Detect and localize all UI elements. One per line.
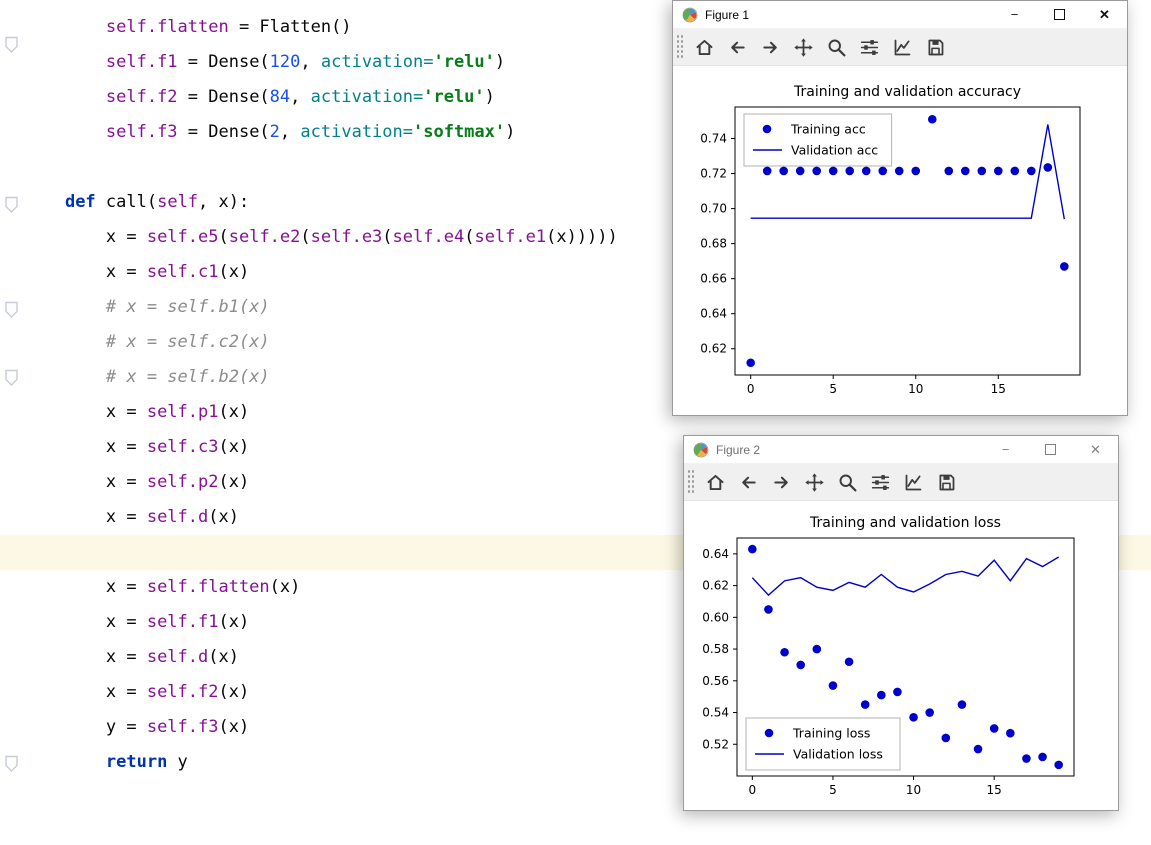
svg-text:0.54: 0.54: [702, 706, 729, 720]
svg-text:Training acc: Training acc: [790, 122, 866, 137]
figure1-toolbar: [673, 29, 1127, 66]
svg-text:0.70: 0.70: [700, 202, 727, 216]
svg-text:Validation acc: Validation acc: [791, 143, 878, 158]
customize-icon[interactable]: [900, 468, 927, 496]
svg-text:0: 0: [747, 382, 755, 396]
figure2-window-controls: − ✕: [983, 436, 1118, 463]
svg-text:Training and validation accura: Training and validation accuracy: [793, 84, 1021, 100]
maximize-button[interactable]: [1028, 436, 1073, 463]
svg-text:0.74: 0.74: [700, 132, 727, 146]
subplots-icon[interactable]: [856, 33, 883, 61]
svg-text:0.62: 0.62: [700, 342, 727, 356]
svg-text:5: 5: [829, 783, 837, 797]
matplotlib-app-icon: [693, 442, 709, 458]
zoom-icon[interactable]: [823, 33, 850, 61]
figure1-title: Figure 1: [705, 7, 750, 22]
pan-icon[interactable]: [801, 468, 828, 496]
svg-text:15: 15: [991, 382, 1006, 396]
svg-text:0.62: 0.62: [702, 579, 729, 593]
svg-text:0.72: 0.72: [700, 167, 727, 181]
svg-text:0.64: 0.64: [702, 547, 729, 561]
customize-icon[interactable]: [889, 33, 916, 61]
minimize-button[interactable]: −: [992, 1, 1037, 28]
loss-chart[interactable]: Training and validation loss 0 5 10 15 0.52 0.…: [684, 501, 1116, 809]
svg-text:0.66: 0.66: [700, 272, 727, 286]
figure1-titlebar[interactable]: Figure 1 − ✕: [673, 1, 1127, 29]
pan-icon[interactable]: [790, 33, 817, 61]
back-icon[interactable]: [735, 468, 762, 496]
figure2-window: Figure 2 − ✕ Training and validation los…: [683, 435, 1119, 811]
figure2-canvas[interactable]: Training and validation loss 0 5 10 15 0.52 0.…: [684, 501, 1118, 809]
figure1-window-controls: − ✕: [992, 1, 1127, 28]
forward-icon[interactable]: [768, 468, 795, 496]
figure2-titlebar[interactable]: Figure 2 − ✕: [684, 436, 1118, 464]
zoom-icon[interactable]: [834, 468, 861, 496]
svg-text:0: 0: [748, 783, 756, 797]
svg-text:Training and validation loss: Training and validation loss: [809, 515, 1001, 531]
svg-text:0.56: 0.56: [702, 674, 729, 688]
toolbar-grip: [687, 469, 694, 495]
svg-text:Validation loss: Validation loss: [793, 747, 883, 762]
toolbar-grip: [676, 34, 683, 60]
svg-text:0.58: 0.58: [702, 642, 729, 656]
maximize-button[interactable]: [1037, 1, 1082, 28]
figure2-title: Figure 2: [716, 442, 761, 457]
matplotlib-app-icon: [682, 7, 698, 23]
home-icon[interactable]: [702, 468, 729, 496]
figure1-canvas[interactable]: Training and validation accuracy 0 5 10 15 0.…: [673, 66, 1127, 414]
gutter-marker-icon: [4, 196, 19, 214]
svg-text:0.60: 0.60: [702, 610, 729, 624]
subplots-icon[interactable]: [867, 468, 894, 496]
save-icon[interactable]: [933, 468, 960, 496]
svg-text:0.52: 0.52: [702, 737, 729, 751]
maximize-icon: [1054, 9, 1065, 20]
close-button[interactable]: ✕: [1073, 436, 1118, 463]
back-icon[interactable]: [724, 33, 751, 61]
save-icon[interactable]: [922, 33, 949, 61]
home-icon[interactable]: [691, 33, 718, 61]
svg-text:10: 10: [908, 382, 923, 396]
gutter-marker-icon: [4, 369, 19, 387]
figure2-toolbar: [684, 464, 1118, 501]
close-button[interactable]: ✕: [1082, 1, 1127, 28]
svg-text:10: 10: [906, 783, 921, 797]
svg-text:Training loss: Training loss: [792, 726, 870, 741]
svg-text:15: 15: [987, 783, 1002, 797]
minimize-button[interactable]: −: [983, 436, 1028, 463]
maximize-icon: [1045, 444, 1056, 455]
gutter-marker-icon: [4, 36, 19, 54]
svg-text:5: 5: [829, 382, 837, 396]
gutter-marker-icon: [4, 301, 19, 319]
svg-text:0.68: 0.68: [700, 237, 727, 251]
gutter-marker-icon: [4, 755, 19, 773]
svg-text:0.64: 0.64: [700, 307, 727, 321]
accuracy-chart[interactable]: Training and validation accuracy 0 5 10 15 0.…: [673, 66, 1125, 414]
figure1-window: Figure 1 − ✕ Training and validation acc…: [672, 0, 1128, 416]
forward-icon[interactable]: [757, 33, 784, 61]
